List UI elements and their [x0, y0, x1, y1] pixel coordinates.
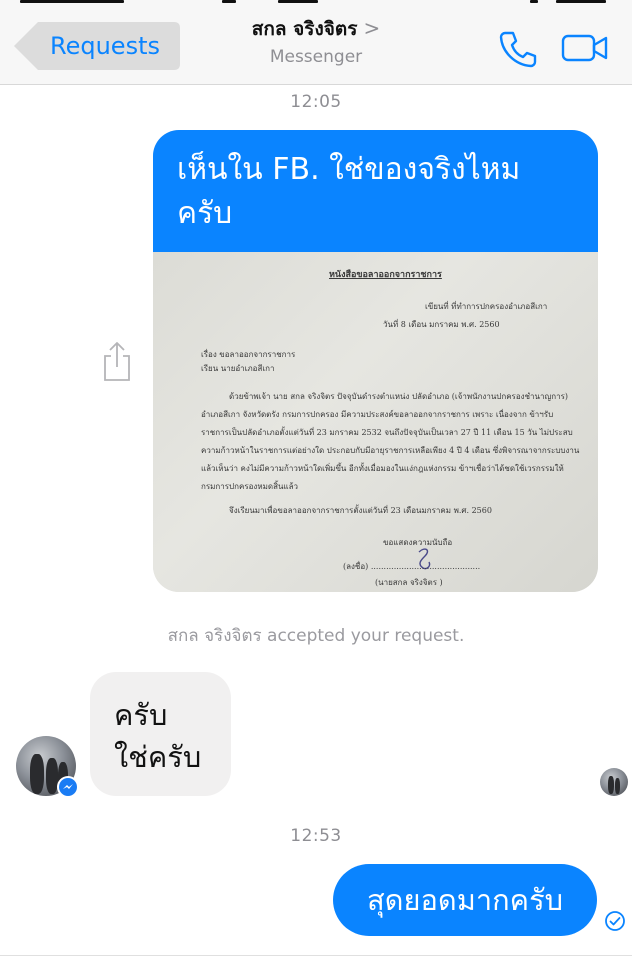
incoming-message-line: ใช่ครับ — [114, 740, 202, 774]
photo-caption: เห็นใน FB. ใช่ของจริงไหมครับ — [153, 130, 598, 252]
timestamp: 12:05 — [290, 92, 342, 112]
check-circle-icon — [605, 911, 625, 931]
status-bar — [0, 0, 632, 8]
document-line: แล้วเห็นว่า คงไม่มีความก้าวหน้าใดเพิ่มขึ… — [201, 464, 564, 473]
document-line: เรียน นายอำเภอสีเกา — [201, 364, 275, 373]
messenger-badge-icon — [57, 776, 79, 798]
document-line: กรมการปกครองหมดสิ้นแล้ว — [201, 482, 298, 491]
messenger-badge-fill — [59, 778, 77, 796]
document-line: เขียนที่ ที่ทำการปกครองอำเภอสีเกา — [425, 302, 548, 311]
status-bar-fragment — [20, 0, 124, 3]
timestamp: 12:53 — [290, 826, 342, 846]
chevron-right-icon: > — [363, 16, 381, 40]
status-bar-fragment — [222, 0, 236, 3]
document-line: วันที่ 8 เดือน มกราคม พ.ศ. 2560 — [383, 320, 500, 329]
back-button-label: Requests — [50, 32, 160, 60]
outgoing-photo-message[interactable]: เห็นใน FB. ใช่ของจริงไหมครับ หนังสือขอลา… — [153, 130, 598, 592]
back-to-requests-button[interactable]: Requests — [14, 22, 180, 70]
contact-name: สกล จริงจิตร — [251, 18, 358, 40]
navigation-bar: Requests สกล จริงจิตร > Messenger — [0, 0, 632, 85]
document-line: อำเภอสีเกา จังหวัดตรัง กรมการปกครอง มีคว… — [201, 410, 554, 419]
video-camera-icon — [561, 34, 608, 62]
seen-by-avatar — [600, 768, 628, 796]
share-icon — [104, 342, 130, 381]
request-accepted-note: สกล จริงจิตร accepted your request. — [167, 626, 465, 646]
composer-divider — [0, 955, 632, 956]
messenger-conversation-screen: Requests สกล จริงจิตร> Messenger 12:05 — [0, 0, 632, 959]
document-line: (ลงชื่อ) ...............................… — [343, 562, 481, 571]
avatar-figure — [608, 776, 614, 794]
conversation-title[interactable]: สกล จริงจิตร > Messenger — [190, 14, 442, 69]
resignation-letter-photo[interactable]: หนังสือขอลาออกจากราชการ เขียนที่ ที่ทำกา… — [153, 252, 598, 592]
status-bar-fragment — [278, 0, 318, 3]
status-bar-fragment — [530, 0, 538, 3]
avatar-figure — [30, 754, 44, 794]
voice-call-button[interactable] — [498, 30, 538, 68]
conversation-subtitle: Messenger — [269, 47, 363, 67]
document-line: ด้วยข้าพเจ้า นาย สกล จริงจิตร ปัจจุบันดำ… — [229, 392, 569, 401]
messenger-bolt-icon — [63, 784, 73, 789]
document-title: หนังสือขอลาออกจากราชการ — [329, 270, 442, 280]
document-line: ความก้าวหน้าในราชการแต่อย่างใด ประกอบกับ… — [201, 446, 580, 455]
document-line: เรื่อง ขอลาออกจากราชการ — [201, 350, 296, 359]
outgoing-message-bubble[interactable]: สุดยอดมากครับ — [333, 864, 597, 936]
avatar-figure — [615, 778, 620, 794]
incoming-message-line: ครับ — [114, 698, 168, 732]
document-line: ราชการเป็นปลัดอำเภอตั้งแต่วันที่ 23 มกรา… — [201, 428, 573, 437]
status-bar-fragment — [556, 0, 606, 3]
video-call-button[interactable] — [560, 32, 610, 64]
document-line: (นายสกล จริงจิตร ) — [375, 578, 443, 587]
phone-icon — [499, 31, 537, 68]
contact-name-row: สกล จริงจิตร > — [190, 14, 442, 43]
share-button[interactable] — [100, 340, 134, 382]
incoming-message-bubble[interactable]: ครับ ใช่ครับ — [90, 672, 231, 796]
delivered-status — [604, 910, 626, 932]
document-line: จึงเรียนมาเพื่อขอลาออกจากราชการตั้งแต่วั… — [229, 506, 492, 515]
